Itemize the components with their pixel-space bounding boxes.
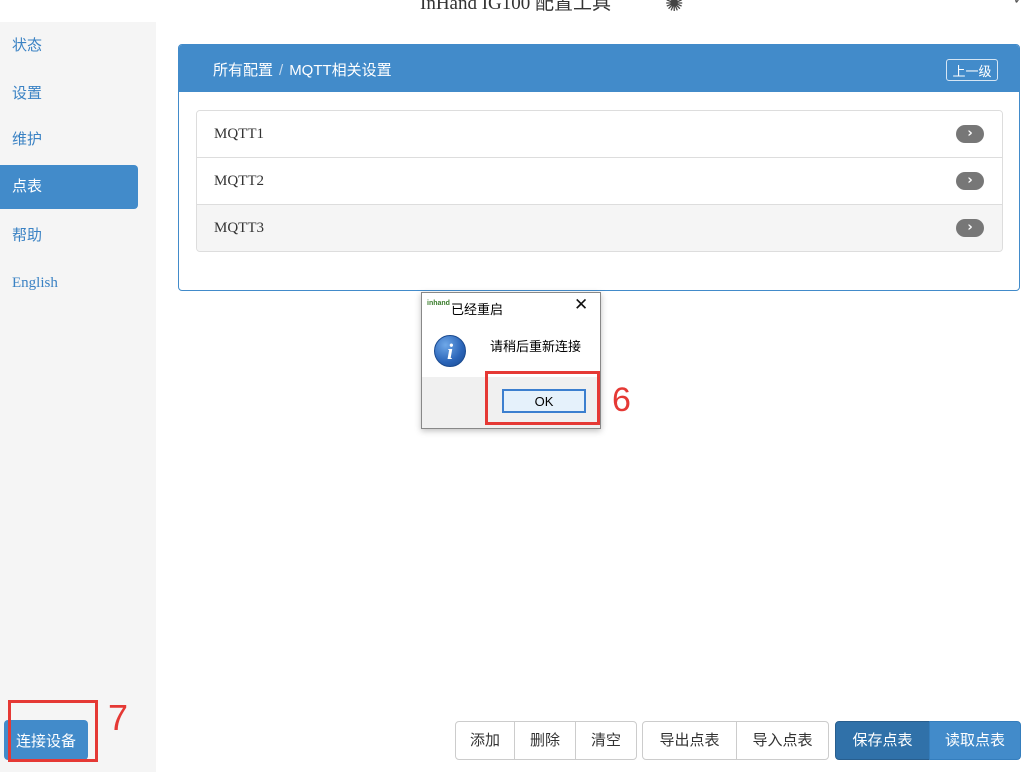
inhand-logo-icon: inhand: [427, 300, 450, 307]
sidebar: 状态 设置 维护 点表 帮助 English: [0, 22, 156, 772]
sidebar-item-help[interactable]: 帮助: [0, 214, 138, 258]
config-panel: 所有配置 / MQTT相关设置 上一级 MQTT1 › MQTT2 › MQTT3 …: [178, 44, 1020, 291]
up-level-button[interactable]: 上一级: [946, 59, 998, 81]
breadcrumb-current: MQTT相关设置: [289, 62, 392, 79]
read-table-button[interactable]: 读取点表: [929, 721, 1021, 760]
annotation-number-7: 7: [108, 697, 129, 738]
list-item-mqtt2[interactable]: MQTT2 ›: [197, 157, 1002, 204]
annotation-number-6: 6: [612, 381, 631, 419]
list-item-mqtt3[interactable]: MQTT3 ›: [197, 204, 1002, 251]
close-icon[interactable]: ✕: [574, 295, 588, 315]
sidebar-item-english[interactable]: English: [0, 261, 138, 305]
export-table-button[interactable]: 导出点表: [642, 721, 737, 760]
info-icon: i: [434, 335, 466, 367]
window-title: InHand IG100 配置工具: [420, 0, 612, 14]
dialog-message: 请稍后重新连接: [490, 339, 582, 354]
list-item-label: MQTT2: [214, 173, 264, 189]
list-item-label: MQTT1: [214, 126, 264, 142]
window-titlebar: InHand IG100 配置工具 ✺ ✓: [0, 0, 1023, 22]
breadcrumb-separator: /: [279, 62, 284, 79]
import-table-button[interactable]: 导入点表: [736, 721, 829, 760]
chevron-right-icon[interactable]: ›: [956, 125, 984, 143]
list-item-mqtt1[interactable]: MQTT1 ›: [197, 111, 1002, 157]
dialog-title: 已经重启: [451, 302, 504, 317]
list-item-label: MQTT3: [214, 220, 264, 236]
breadcrumb: 所有配置 / MQTT相关设置: [213, 59, 392, 80]
add-button[interactable]: 添加: [455, 721, 515, 760]
delete-button[interactable]: 删除: [514, 721, 576, 760]
chevron-right-icon[interactable]: ›: [956, 219, 984, 237]
sidebar-item-settings[interactable]: 设置: [0, 72, 138, 116]
ok-button[interactable]: OK: [502, 389, 586, 413]
sidebar-item-maintenance[interactable]: 维护: [0, 118, 138, 162]
restart-dialog: inhand 已经重启 ✕ i 请稍后重新连接 OK: [421, 292, 601, 429]
chevron-right-icon[interactable]: ›: [956, 172, 984, 190]
save-table-button[interactable]: 保存点表: [835, 721, 930, 760]
mqtt-list: MQTT1 › MQTT2 › MQTT3 ›: [196, 110, 1003, 252]
panel-header: 所有配置 / MQTT相关设置 上一级: [179, 45, 1019, 92]
connect-device-button[interactable]: 连接设备: [4, 720, 88, 760]
dialog-titlebar: inhand 已经重启 ✕: [422, 293, 600, 321]
sidebar-item-status[interactable]: 状态: [0, 24, 138, 68]
breadcrumb-root[interactable]: 所有配置: [213, 62, 273, 79]
dialog-body: i 请稍后重新连接: [422, 321, 600, 377]
clear-button[interactable]: 清空: [575, 721, 637, 760]
loading-spinner-icon: ✺: [665, 0, 684, 17]
sidebar-item-point-table[interactable]: 点表: [0, 165, 138, 209]
titlebar-corner-icon: ✓: [1013, 0, 1023, 8]
